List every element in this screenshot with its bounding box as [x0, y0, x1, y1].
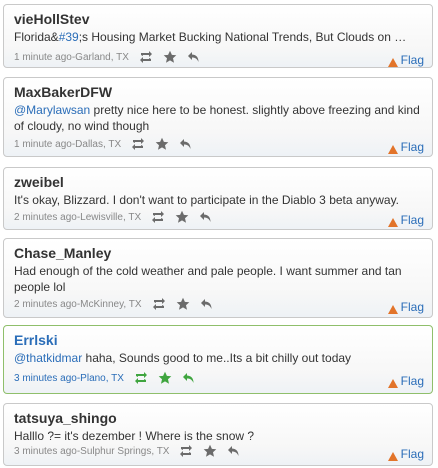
- tweet-text-part: Florida&: [14, 30, 59, 44]
- tweet-meta: 3 minutes ago - Plano, TX: [14, 370, 196, 386]
- reply-icon[interactable]: [200, 297, 214, 311]
- retweet-icon[interactable]: [179, 444, 193, 458]
- reply-icon[interactable]: [187, 50, 201, 64]
- warning-triangle-icon: [387, 303, 398, 314]
- tweet-mention[interactable]: @thatkidmar: [14, 351, 82, 365]
- warning-triangle-icon: [387, 377, 398, 388]
- tweet-time[interactable]: 3 minutes ago: [14, 373, 77, 384]
- tweet-text: Halllo ?= it's dezember ! Where is the s…: [14, 429, 255, 443]
- tweet-username[interactable]: tatsuya_shingo: [14, 410, 117, 426]
- tweet-text: Had enough of the cold weather and pale …: [14, 264, 402, 294]
- reply-icon[interactable]: [179, 137, 193, 151]
- flag-label: Flag: [400, 447, 424, 461]
- tweet-text: It's okay, Blizzard. I don't want to par…: [14, 193, 400, 207]
- tweet-card: vieHollStev Florida&#39;s Housing Market…: [3, 4, 433, 68]
- tweet-username[interactable]: zweibel: [14, 174, 64, 190]
- tweet-location: Lewisville, TX: [80, 211, 142, 223]
- flag-button[interactable]: Flag: [387, 213, 424, 227]
- favorite-star-icon[interactable]: [176, 297, 190, 311]
- tweet-location: Sulphur Springs, TX: [80, 445, 170, 457]
- tweet-card: tatsuya_shingo Halllo ?= it's dezember !…: [3, 403, 433, 466]
- flag-label: Flag: [400, 374, 424, 388]
- tweet-card: zweibel It's okay, Blizzard. I don't wan…: [3, 167, 433, 230]
- flag-label: Flag: [400, 300, 424, 314]
- flag-label: Flag: [400, 140, 424, 154]
- tweet-time[interactable]: 2 minutes ago: [14, 299, 77, 310]
- favorite-star-icon[interactable]: [203, 444, 217, 458]
- warning-triangle-icon: [387, 216, 398, 227]
- flag-button[interactable]: Flag: [387, 374, 424, 388]
- tweet-time[interactable]: 1 minute ago: [14, 52, 72, 63]
- flag-button[interactable]: Flag: [387, 300, 424, 314]
- favorite-star-icon[interactable]: [155, 137, 169, 151]
- tweet-card: Chase_Manley Had enough of the cold weat…: [3, 238, 433, 318]
- tweet-location: Plano, TX: [80, 372, 124, 384]
- warning-triangle-icon: [387, 450, 398, 461]
- retweet-icon[interactable]: [134, 371, 148, 385]
- tweet-location: Garland, TX: [75, 51, 129, 63]
- reply-icon[interactable]: [227, 444, 241, 458]
- tweet-text-part: haha, Sounds good to me..Its a bit chill…: [82, 351, 352, 365]
- retweet-icon[interactable]: [139, 50, 153, 64]
- tweet-time[interactable]: 2 minutes ago: [14, 212, 77, 223]
- retweet-icon[interactable]: [151, 210, 165, 224]
- reply-icon[interactable]: [182, 371, 196, 385]
- tweet-meta: 2 minutes ago - Lewisville, TX: [14, 209, 213, 225]
- favorite-star-icon[interactable]: [158, 371, 172, 385]
- tweet-text: Florida&#39;s Housing Market Bucking Nat…: [14, 29, 424, 45]
- flag-button[interactable]: Flag: [387, 140, 424, 154]
- tweet-username[interactable]: vieHollStev: [14, 11, 89, 27]
- tweet-mention[interactable]: @Marylawsan: [14, 103, 90, 117]
- tweet-username[interactable]: MaxBakerDFW: [14, 84, 112, 100]
- tweet-meta: 3 minutes ago - Sulphur Springs, TX: [14, 443, 241, 459]
- tweet-username[interactable]: Errlski: [14, 332, 58, 348]
- reply-icon[interactable]: [199, 210, 213, 224]
- flag-button[interactable]: Flag: [387, 53, 424, 67]
- tweet-username[interactable]: Chase_Manley: [14, 245, 111, 261]
- flag-label: Flag: [400, 213, 424, 227]
- tweet-meta: 1 minute ago - Garland, TX: [14, 49, 201, 65]
- tweet-text: @Marylawsan pretty nice here to be hones…: [14, 102, 424, 134]
- tweet-hashtag[interactable]: #39: [59, 30, 79, 44]
- warning-triangle-icon: [387, 56, 398, 67]
- retweet-icon[interactable]: [152, 297, 166, 311]
- tweet-location: Dallas, TX: [75, 138, 122, 150]
- tweet-text: @thatkidmar haha, Sounds good to me..Its…: [14, 350, 424, 366]
- retweet-icon[interactable]: [131, 137, 145, 151]
- tweet-meta: 1 minute ago - Dallas, TX: [14, 136, 193, 152]
- warning-triangle-icon: [387, 143, 398, 154]
- tweet-text-part: ;s Housing Market Bucking National Trend…: [78, 30, 407, 44]
- favorite-star-icon[interactable]: [163, 50, 177, 64]
- flag-button[interactable]: Flag: [387, 447, 424, 461]
- tweet-card: MaxBakerDFW @Marylawsan pretty nice here…: [3, 77, 433, 157]
- favorite-star-icon[interactable]: [175, 210, 189, 224]
- tweet-location: McKinney, TX: [80, 298, 142, 310]
- tweet-meta: 2 minutes ago - McKinney, TX: [14, 296, 214, 312]
- tweet-card-highlighted: Errlski @thatkidmar haha, Sounds good to…: [3, 325, 433, 394]
- flag-label: Flag: [400, 53, 424, 67]
- tweet-time[interactable]: 3 minutes ago: [14, 446, 77, 457]
- tweet-time[interactable]: 1 minute ago: [14, 139, 72, 150]
